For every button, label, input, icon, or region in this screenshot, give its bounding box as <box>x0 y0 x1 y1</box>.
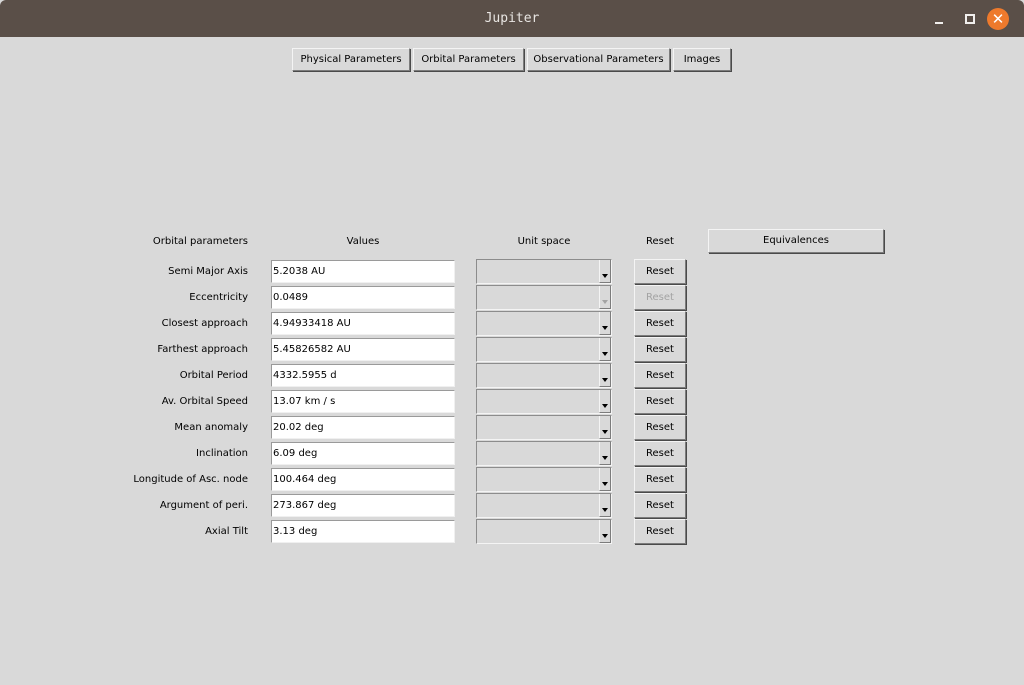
unit-select[interactable] <box>476 519 612 544</box>
maximize-button[interactable] <box>958 8 980 30</box>
tab-physical-parameters[interactable]: Physical Parameters <box>292 48 410 71</box>
chevron-down-icon <box>602 430 608 434</box>
unit-select[interactable] <box>476 467 612 492</box>
reset-button[interactable]: Reset <box>634 311 686 336</box>
row-label: Inclination <box>196 448 248 459</box>
reset-button[interactable]: Reset <box>634 467 686 492</box>
reset-button[interactable]: Reset <box>634 493 686 518</box>
reset-button[interactable]: Reset <box>634 259 686 284</box>
dropdown-arrow-icon[interactable] <box>599 416 611 439</box>
row-label: Longitude of Asc. node <box>133 474 248 485</box>
row-label: Orbital Period <box>179 370 248 381</box>
unit-select[interactable] <box>476 259 612 284</box>
value-input[interactable]: 20.02 deg <box>271 416 455 439</box>
unit-select[interactable] <box>476 363 612 388</box>
row-label: Argument of peri. <box>159 500 248 511</box>
row-label: Av. Orbital Speed <box>161 396 248 407</box>
dropdown-arrow-icon[interactable] <box>599 390 611 413</box>
dropdown-arrow-icon[interactable] <box>599 494 611 517</box>
minimize-icon <box>935 22 943 24</box>
chevron-down-icon <box>602 300 608 304</box>
row-label: Semi Major Axis <box>168 266 248 277</box>
value-input[interactable]: 273.867 deg <box>271 494 455 517</box>
unit-select[interactable] <box>476 441 612 466</box>
reset-button[interactable]: Reset <box>634 415 686 440</box>
chevron-down-icon <box>602 274 608 278</box>
value-input[interactable]: 6.09 deg <box>271 442 455 465</box>
dropdown-arrow-icon[interactable] <box>599 520 611 543</box>
reset-button[interactable]: Reset <box>634 337 686 362</box>
window-title: Jupiter <box>484 11 540 26</box>
chevron-down-icon <box>602 352 608 356</box>
row-label: Eccentricity <box>189 292 248 303</box>
value-input[interactable]: 13.07 km / s <box>271 390 455 413</box>
chevron-down-icon <box>602 326 608 330</box>
header-orbital-parameters: Orbital parameters <box>152 236 248 247</box>
unit-select[interactable] <box>476 337 612 362</box>
dropdown-arrow-icon[interactable] <box>599 286 611 309</box>
header-unit-space: Unit space <box>517 236 571 247</box>
reset-button[interactable]: Reset <box>634 441 686 466</box>
header-values: Values <box>346 236 380 247</box>
tab-images[interactable]: Images <box>673 48 731 71</box>
tab-orbital-parameters[interactable]: Orbital Parameters <box>413 48 524 71</box>
tab-observational-parameters[interactable]: Observational Parameters <box>527 48 670 71</box>
reset-button[interactable]: Reset <box>634 519 686 544</box>
row-label: Closest approach <box>161 318 248 329</box>
maximize-icon <box>965 14 975 24</box>
equivalences-button[interactable]: Equivalences <box>708 229 884 253</box>
reset-button[interactable]: Reset <box>634 363 686 388</box>
row-label: Mean anomaly <box>174 422 248 433</box>
row-label: Farthest approach <box>157 344 248 355</box>
dropdown-arrow-icon[interactable] <box>599 260 611 283</box>
value-input[interactable]: 5.45826582 AU <box>271 338 455 361</box>
chevron-down-icon <box>602 378 608 382</box>
unit-select[interactable] <box>476 493 612 518</box>
dropdown-arrow-icon[interactable] <box>599 468 611 491</box>
value-input[interactable]: 5.2038 AU <box>271 260 455 283</box>
unit-select[interactable] <box>476 389 612 414</box>
close-icon: ✕ <box>991 10 1005 28</box>
value-input[interactable]: 0.0489 <box>271 286 455 309</box>
close-button[interactable]: ✕ <box>987 8 1009 30</box>
chevron-down-icon <box>602 456 608 460</box>
chevron-down-icon <box>602 508 608 512</box>
row-label: Axial Tilt <box>205 526 248 537</box>
dropdown-arrow-icon[interactable] <box>599 312 611 335</box>
reset-button[interactable]: Reset <box>634 285 686 310</box>
unit-select[interactable] <box>476 285 612 310</box>
dropdown-arrow-icon[interactable] <box>599 364 611 387</box>
reset-button[interactable]: Reset <box>634 389 686 414</box>
value-input[interactable]: 4332.5955 d <box>271 364 455 387</box>
unit-select[interactable] <box>476 311 612 336</box>
chevron-down-icon <box>602 534 608 538</box>
unit-select[interactable] <box>476 415 612 440</box>
value-input[interactable]: 100.464 deg <box>271 468 455 491</box>
chevron-down-icon <box>602 404 608 408</box>
chevron-down-icon <box>602 482 608 486</box>
dropdown-arrow-icon[interactable] <box>599 338 611 361</box>
minimize-button[interactable] <box>928 8 950 30</box>
value-input[interactable]: 4.94933418 AU <box>271 312 455 335</box>
header-reset: Reset <box>646 236 674 247</box>
title-bar: Jupiter ✕ <box>0 0 1024 37</box>
dropdown-arrow-icon[interactable] <box>599 442 611 465</box>
value-input[interactable]: 3.13 deg <box>271 520 455 543</box>
